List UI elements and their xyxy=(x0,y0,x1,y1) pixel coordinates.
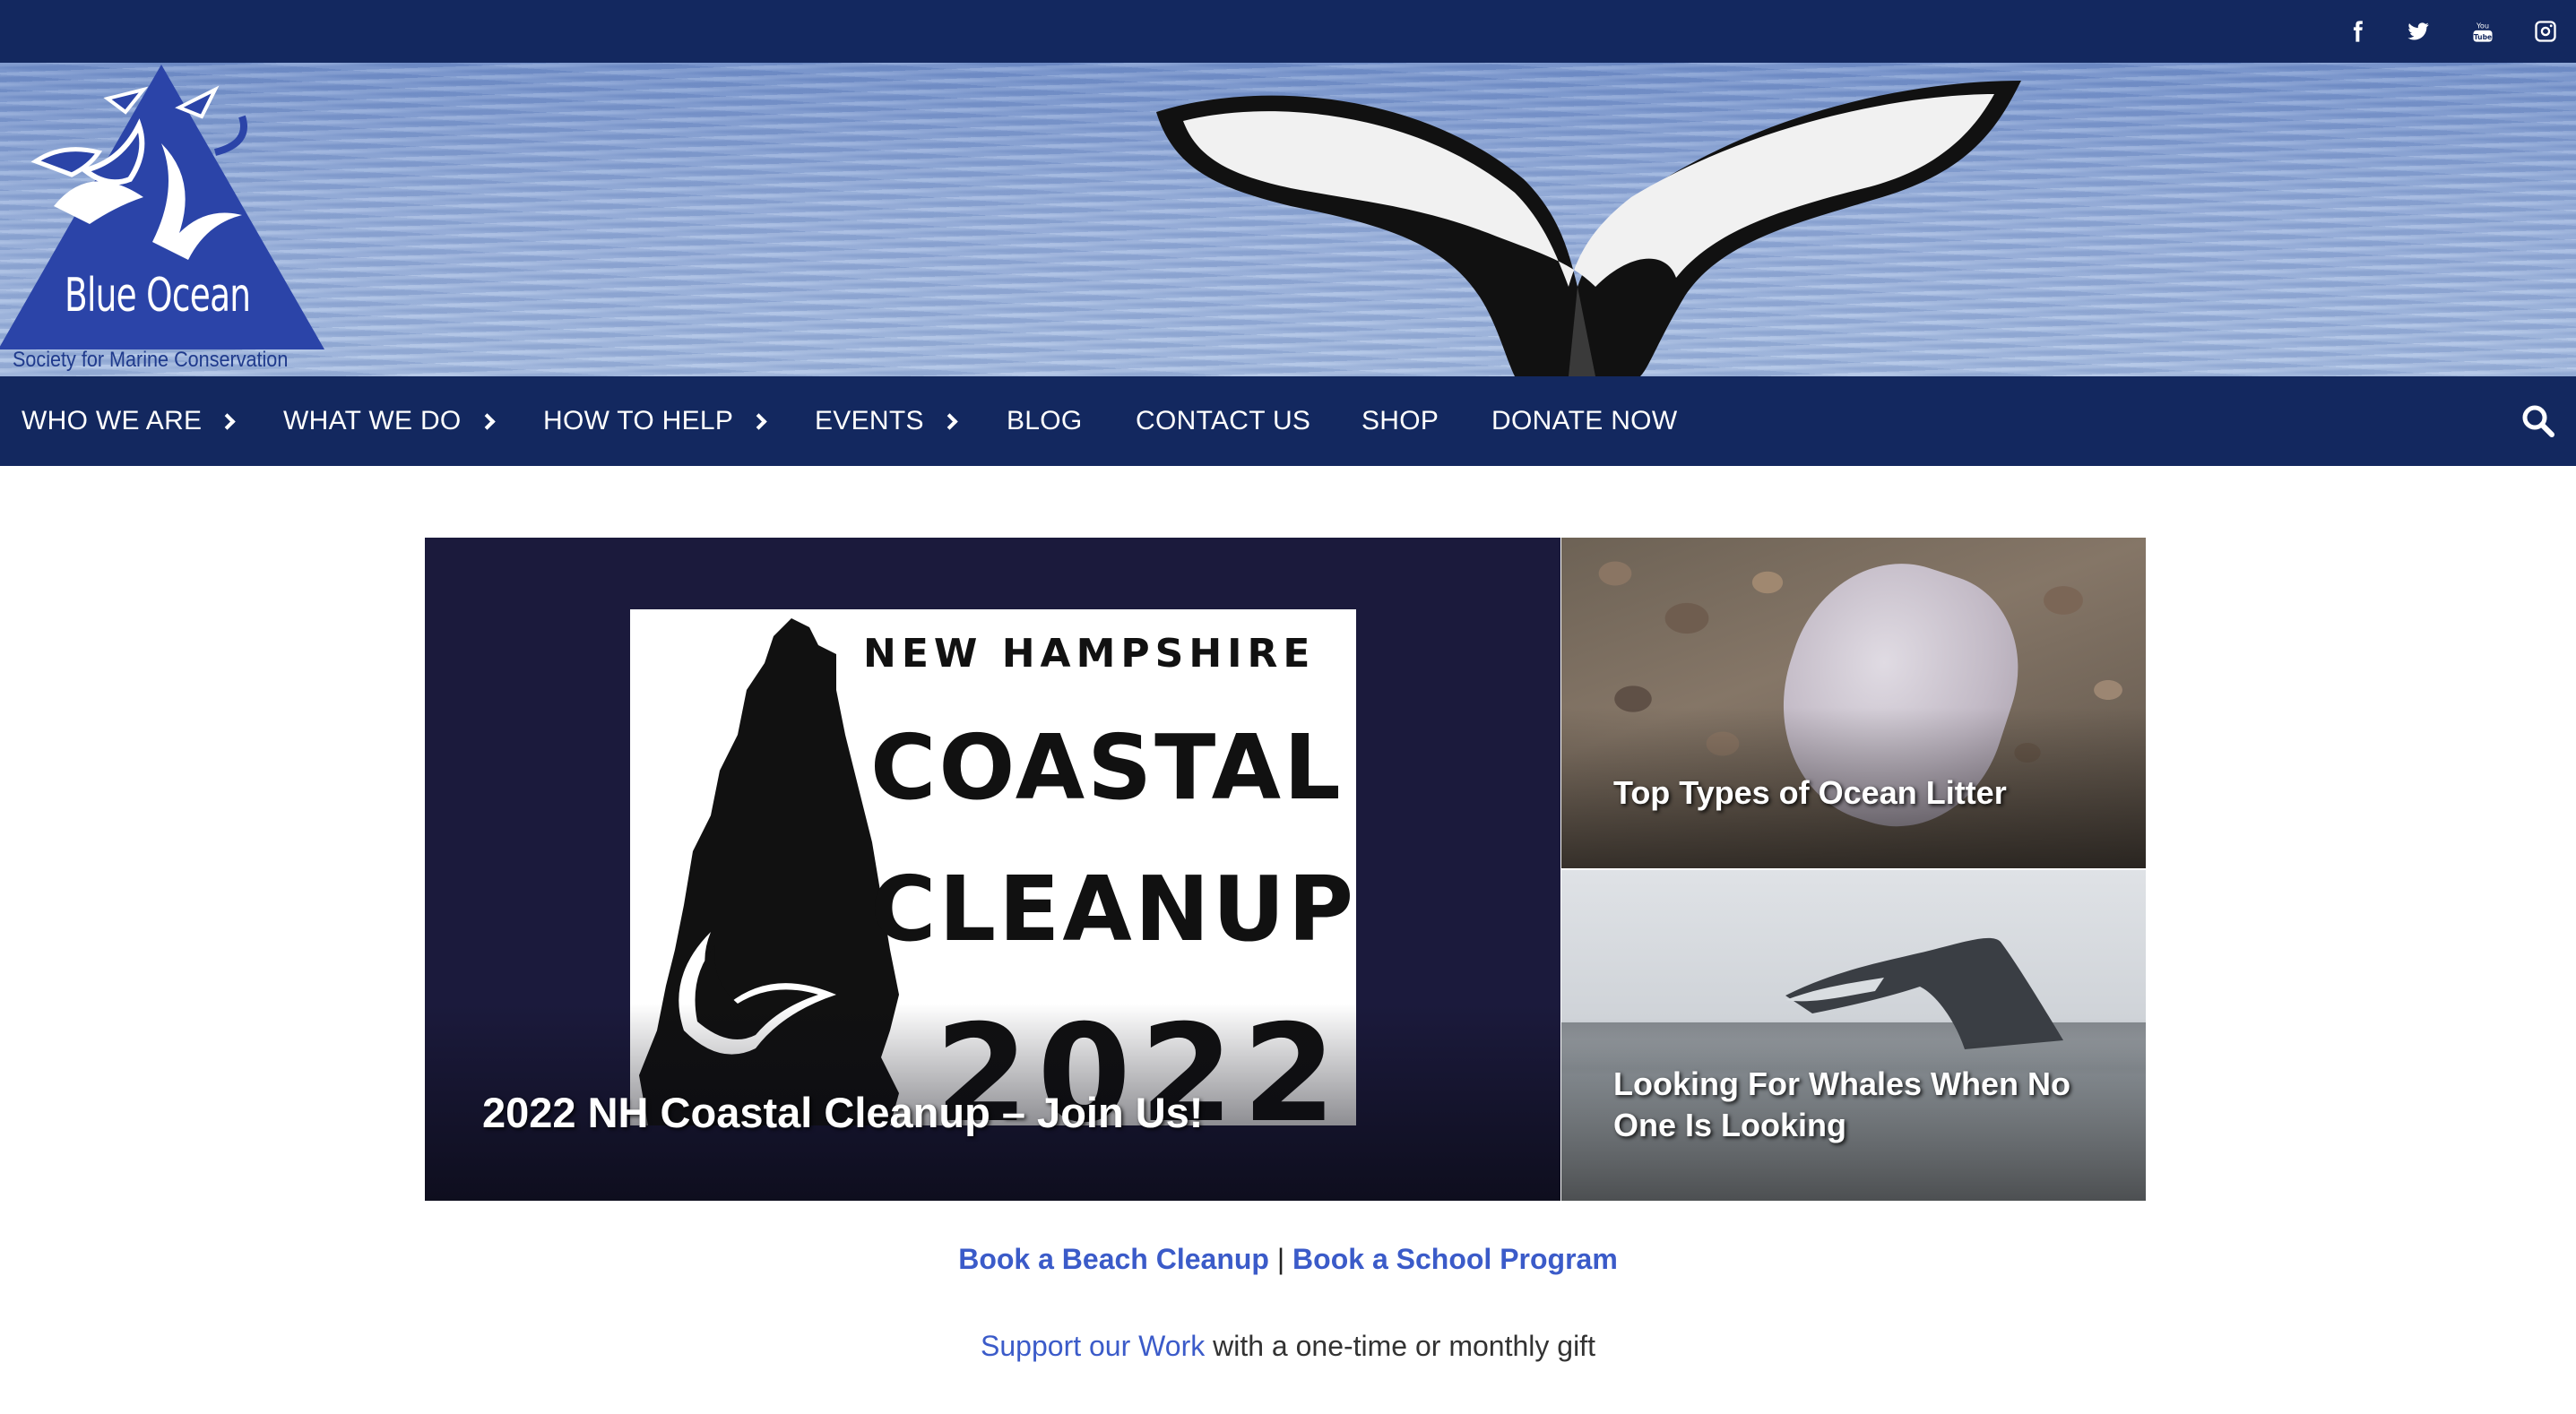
nav-label: WHO WE ARE xyxy=(22,406,203,435)
header-banner: Blue Ocean Society for Marine Conservati… xyxy=(0,63,2576,376)
facebook-icon[interactable] xyxy=(2341,15,2373,47)
nav-label: DONATE NOW xyxy=(1491,406,1678,435)
main-nav: WHO WE ARE WHAT WE DO HOW TO HELP EVENTS… xyxy=(0,376,2576,466)
featured-post-title[interactable]: Looking For Whales When No One Is Lookin… xyxy=(1613,1064,2115,1146)
image-text-coastal: COASTAL xyxy=(870,715,1344,820)
nav-what-we-do[interactable]: WHAT WE DO xyxy=(283,376,496,466)
image-text-state: NEW HAMPSHIRE xyxy=(863,631,1316,677)
image-text-cleanup: CLEANUP xyxy=(870,857,1356,961)
nav-events[interactable]: EVENTS xyxy=(815,376,958,466)
chevron-right-icon xyxy=(478,412,496,430)
featured-post-whales[interactable]: Looking For Whales When No One Is Lookin… xyxy=(1561,870,2146,1201)
svg-text:You: You xyxy=(2476,22,2489,30)
nav-blog[interactable]: BLOG xyxy=(1007,376,1083,466)
nav-label: WHAT WE DO xyxy=(283,406,462,435)
nav-how-to-help[interactable]: HOW TO HELP xyxy=(543,376,767,466)
featured-post-title[interactable]: Top Types of Ocean Litter xyxy=(1613,772,2007,814)
chevron-right-icon xyxy=(750,412,767,430)
whale-tail-image xyxy=(1156,81,2021,376)
nav-shop[interactable]: SHOP xyxy=(1361,376,1439,466)
nav-contact-us[interactable]: CONTACT US xyxy=(1136,376,1310,466)
search-icon[interactable] xyxy=(2519,401,2558,441)
svg-text:Tube: Tube xyxy=(2474,33,2492,41)
site-logo[interactable]: Blue Ocean Society for Marine Conservati… xyxy=(0,63,332,376)
logo-subtitle: Society for Marine Conservation xyxy=(13,348,289,372)
nav-label: BLOG xyxy=(1007,406,1083,435)
link-separator: | xyxy=(1276,1243,1285,1275)
book-school-program-link[interactable]: Book a School Program xyxy=(1292,1243,1618,1275)
logo-title: Blue Ocean xyxy=(65,269,251,323)
support-our-work-link[interactable]: Support our Work xyxy=(981,1330,1205,1362)
book-beach-cleanup-link[interactable]: Book a Beach Cleanup xyxy=(958,1243,1269,1275)
support-line: Support our Work with a one-time or mont… xyxy=(0,1330,2576,1363)
nav-who-we-are[interactable]: WHO WE ARE xyxy=(22,376,237,466)
instagram-icon[interactable] xyxy=(2529,15,2562,47)
nav-label: SHOP xyxy=(1361,406,1439,435)
featured-post-main[interactable]: NEW HAMPSHIRE COASTAL CLEANUP 2022 2022 … xyxy=(425,538,1560,1201)
featured-post-ocean-litter[interactable]: Top Types of Ocean Litter xyxy=(1561,538,2146,868)
nav-donate-now[interactable]: DONATE NOW xyxy=(1491,376,1677,466)
logo-mark xyxy=(0,65,324,349)
youtube-icon[interactable]: You Tube xyxy=(2467,15,2499,47)
booking-links: Book a Beach Cleanup | Book a School Pro… xyxy=(0,1243,2576,1276)
chevron-right-icon xyxy=(219,412,237,430)
support-text: with a one-time or monthly gift xyxy=(1205,1330,1595,1362)
social-bar: You Tube xyxy=(0,0,2576,63)
nav-label: EVENTS xyxy=(815,406,924,435)
nav-label: CONTACT US xyxy=(1136,406,1311,435)
chevron-right-icon xyxy=(941,412,958,430)
twitter-icon[interactable] xyxy=(2402,15,2434,47)
featured-post-title[interactable]: 2022 NH Coastal Cleanup – Join Us! xyxy=(482,1088,1203,1137)
nav-label: HOW TO HELP xyxy=(543,406,734,435)
